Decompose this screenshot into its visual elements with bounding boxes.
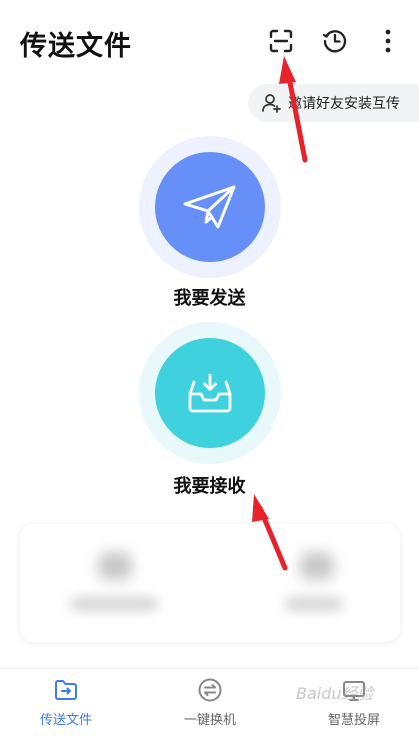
annotation-arrow-scan [279,56,308,163]
tab-transfer-files-label: 传送文件 [39,713,92,728]
annotation-arrows [252,56,308,571]
watermark: Baidu经验 [296,684,374,703]
tab-phone-clone[interactable]: 一键换机 [150,677,270,733]
tab-screen-cast-label: 智慧投屏 [327,713,380,728]
tab-phone-clone-label: 一键换机 [183,713,236,728]
folder-transfer-icon [55,680,77,700]
annotation-arrow-receive [252,494,288,571]
tab-transfer-files[interactable]: 传送文件 [6,677,126,733]
swap-icon [198,678,222,702]
